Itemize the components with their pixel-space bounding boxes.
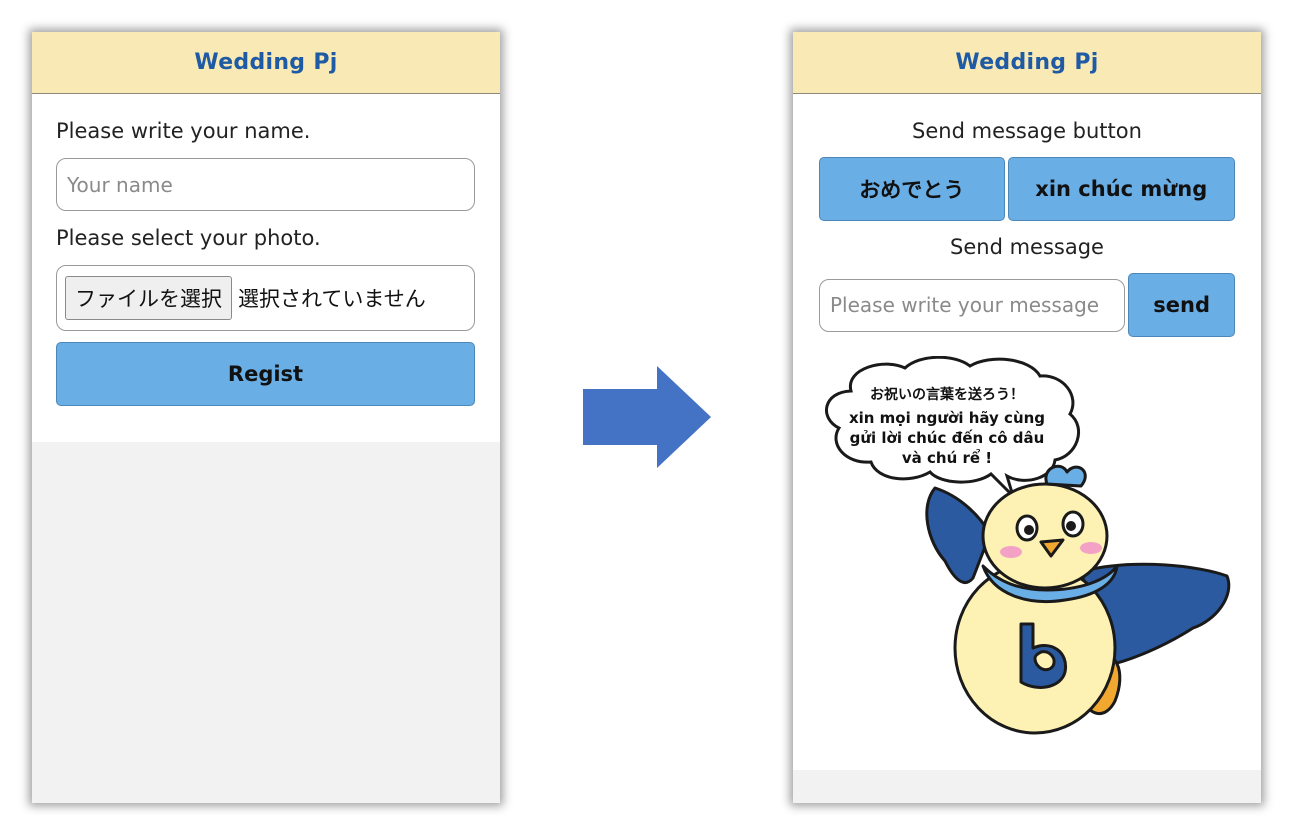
quick-message-buttons: おめでとう xin chúc mừng [819, 157, 1235, 221]
message-panel: Send message button おめでとう xin chúc mừng … [793, 94, 1261, 770]
send-button[interactable]: send [1128, 273, 1235, 337]
bird-mascot-icon [925, 464, 1231, 735]
quick-message-label: Send message button [912, 119, 1142, 143]
mascot-illustration: お祝いの言葉を送ろう！ xin mọi người hãy cùng gửi l… [825, 356, 1231, 735]
send-message-label: Send message [950, 235, 1104, 259]
message-row: send [819, 273, 1235, 337]
file-status-text: 選択されていません [238, 287, 426, 311]
screenshot-canvas: Wedding Pj Please write your name. Pleas… [0, 0, 1294, 835]
xin-chuc-mung-button[interactable]: xin chúc mừng [1007, 157, 1235, 221]
app-title: Wedding Pj [955, 50, 1099, 75]
bubble-line-4: và chú rể ! [902, 448, 992, 467]
choose-file-button[interactable]: ファイルを選択 [65, 276, 232, 320]
registration-screen: Wedding Pj Please write your name. Pleas… [32, 32, 500, 803]
photo-file-picker[interactable]: ファイルを選択 選択されていません [56, 265, 475, 331]
message-screen: Wedding Pj Send message button おめでとう xin… [793, 32, 1261, 803]
app-title: Wedding Pj [194, 50, 338, 75]
name-input[interactable] [56, 158, 475, 211]
message-input[interactable] [819, 278, 1126, 332]
app-header: Wedding Pj [793, 32, 1261, 94]
bubble-line-1: お祝いの言葉を送ろう！ [870, 386, 1024, 403]
app-header: Wedding Pj [32, 32, 500, 94]
speech-bubble: お祝いの言葉を送ろう！ xin mọi người hãy cùng gửi l… [825, 356, 1081, 498]
omedetou-button[interactable]: おめでとう [819, 157, 1005, 221]
bubble-line-2: xin mọi người hãy cùng [849, 409, 1045, 427]
registration-form: Please write your name. Please select yo… [32, 94, 500, 442]
photo-label: Please select your photo. [56, 226, 321, 250]
bubble-line-3: gửi lời chúc đến cô dâu [850, 428, 1045, 447]
name-label: Please write your name. [56, 119, 311, 143]
regist-button[interactable]: Regist [56, 342, 475, 406]
arrow-right-icon [583, 366, 711, 468]
